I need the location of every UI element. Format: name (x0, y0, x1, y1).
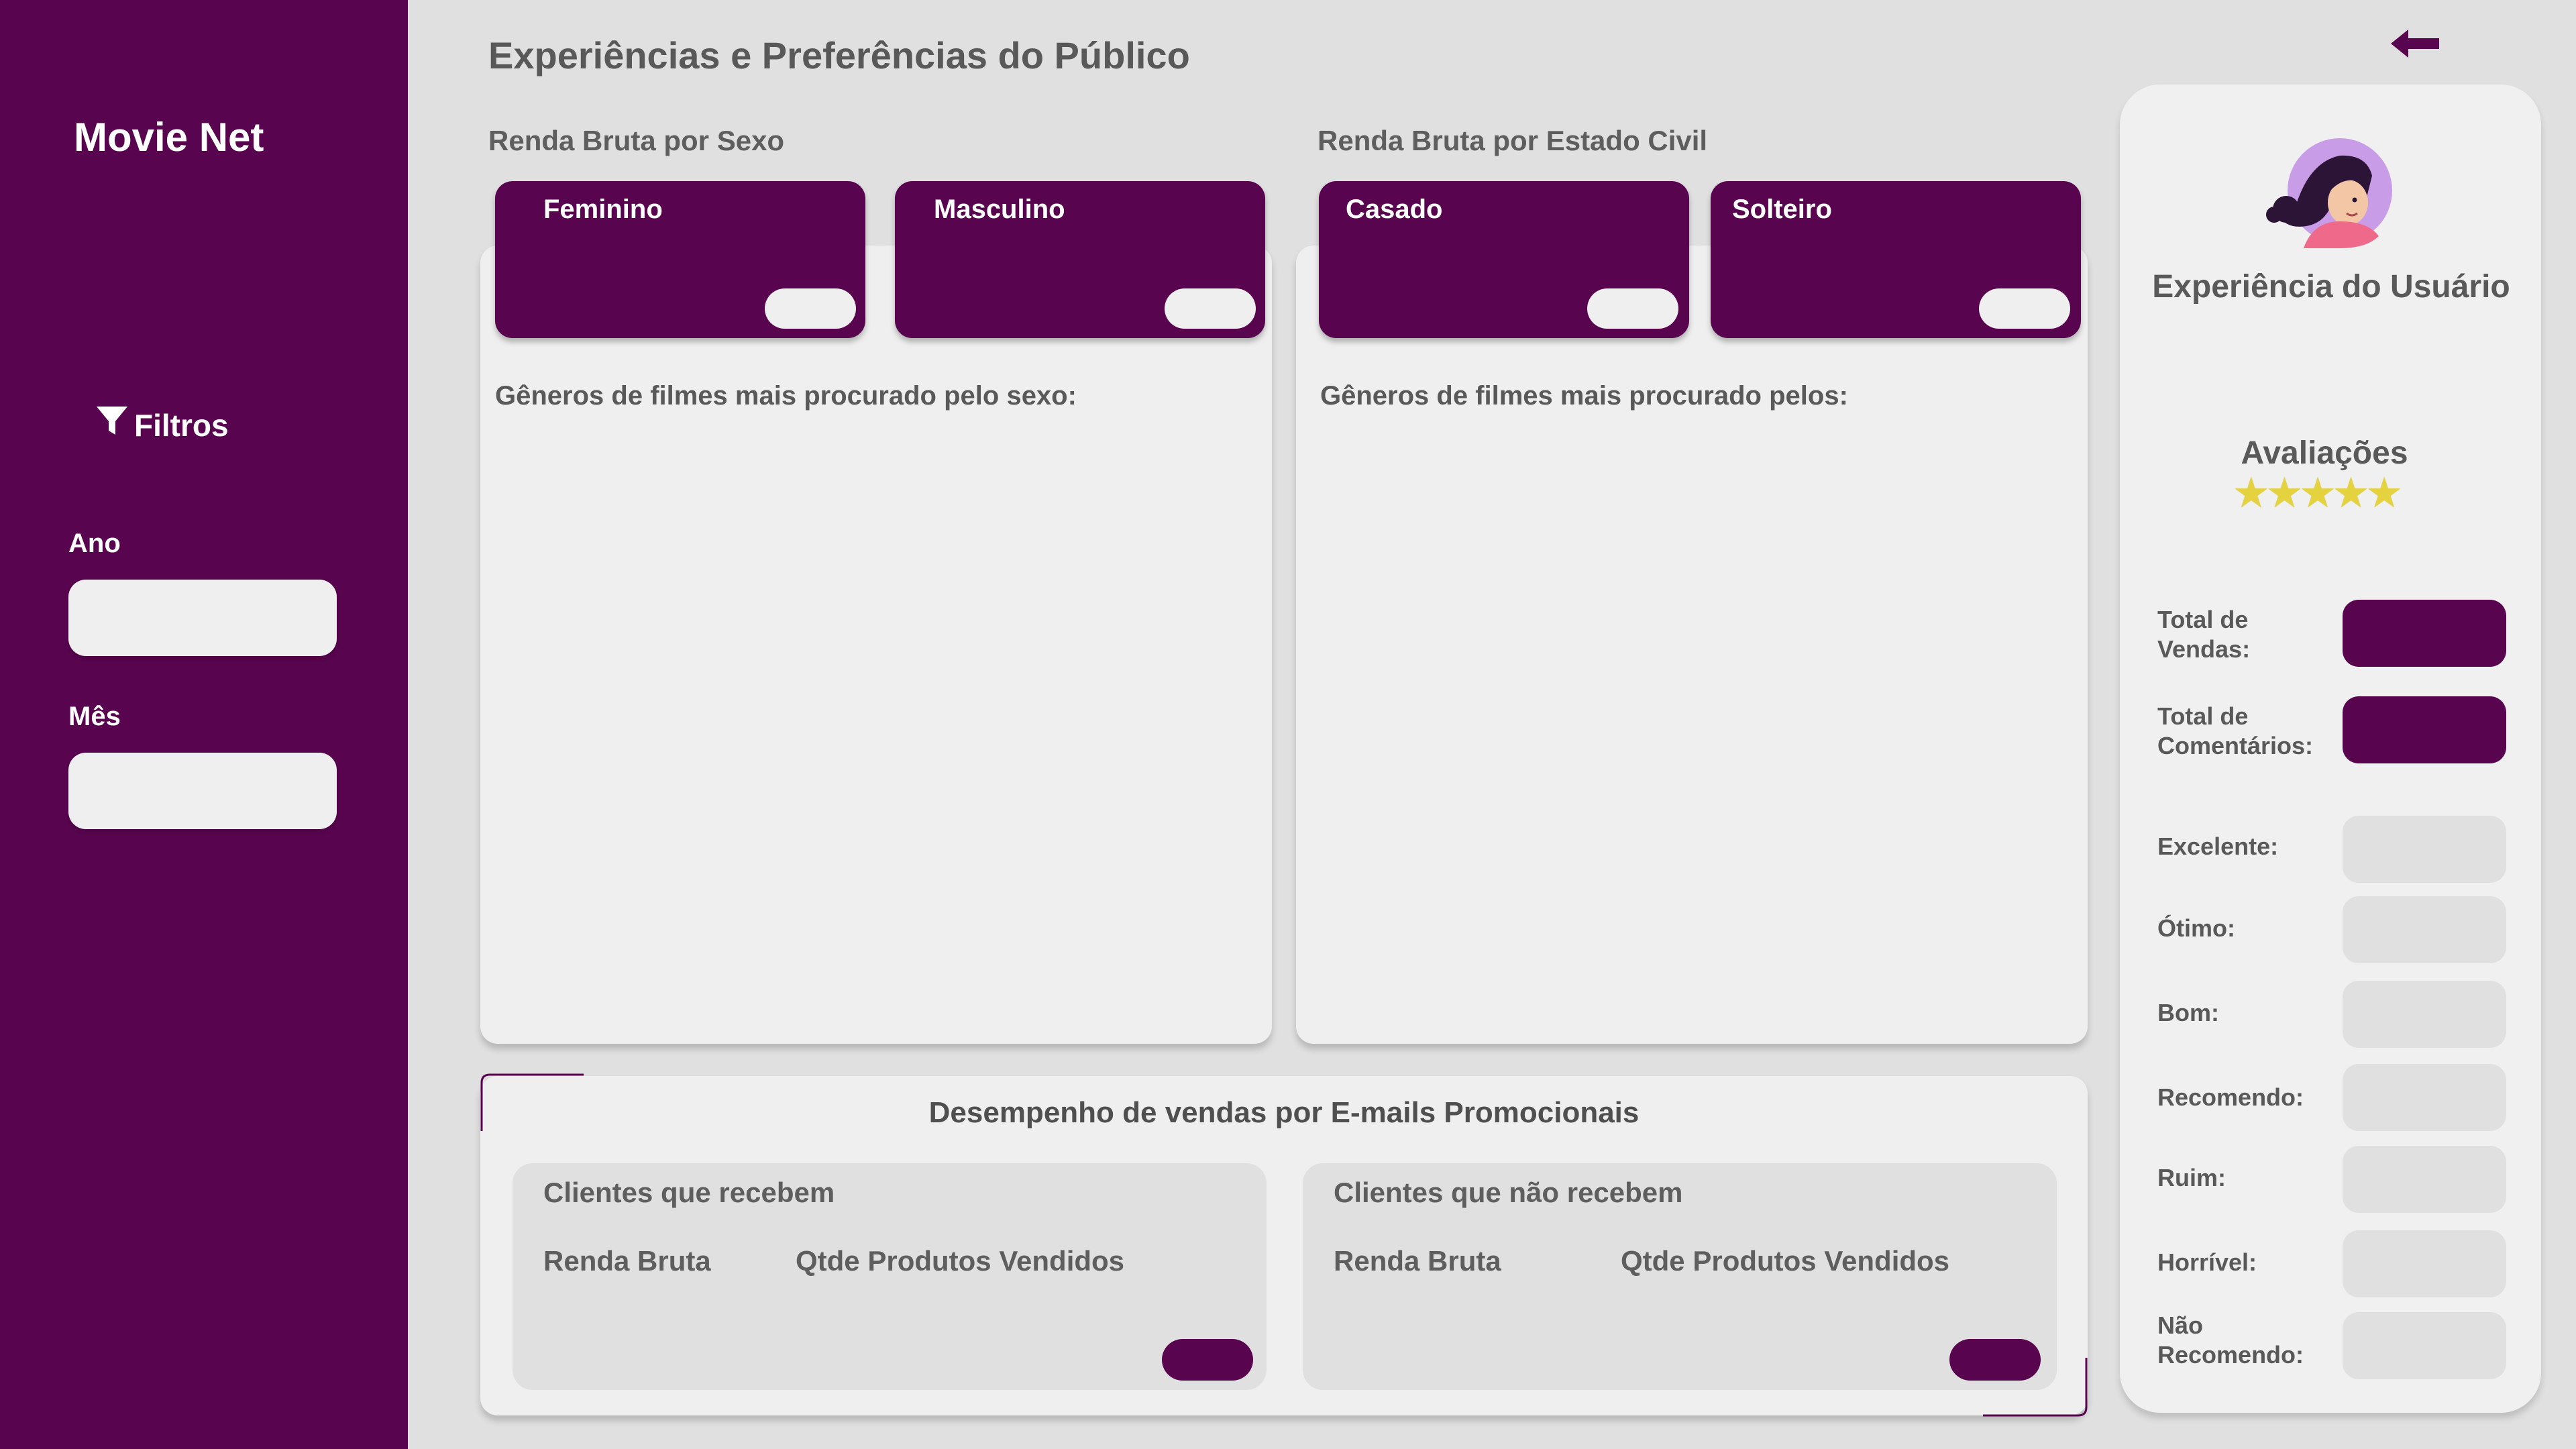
group-col-quantity: Qtde Produtos Vendidos (796, 1245, 1125, 1277)
star-icon: ★ (2299, 470, 2337, 517)
star-icon: ★ (2265, 470, 2304, 517)
civil-chart-panel (1296, 246, 2088, 1044)
rating-stars: ★★★★★ (2233, 468, 2403, 517)
card-masculino[interactable]: Masculino (895, 181, 1265, 338)
user-panel-title: Experiência do Usuário (2152, 269, 2510, 305)
stat-value-bom (2343, 981, 2506, 1048)
stat-label-bom: Bom: (2157, 999, 2219, 1026)
stat-value-excelente (2343, 816, 2506, 883)
stat-value-ruim (2343, 1146, 2506, 1213)
sex-chart-panel (480, 246, 1272, 1044)
filters-label: Filtros (134, 407, 229, 443)
stat-value-recomendo (2343, 1064, 2506, 1131)
stat-label-total-comments: Total de Comentários: (2157, 702, 2314, 759)
back-arrow-icon[interactable] (2388, 27, 2442, 64)
stat-label-ruim: Ruim: (2157, 1164, 2226, 1191)
stat-value-nao-recomendo (2343, 1312, 2506, 1379)
group-value-pill (1162, 1339, 1253, 1381)
civil-chart-title: Gêneros de filmes mais procurado pelos: (1320, 381, 1848, 411)
card-value-pill (1587, 288, 1678, 329)
stat-label-total-sales: Total de Vendas: (2157, 606, 2251, 663)
sidebar (0, 0, 408, 1449)
group-col-quantity: Qtde Produtos Vendidos (1621, 1245, 1950, 1277)
email-section-title: Desempenho de vendas por E-mails Promoci… (928, 1096, 1640, 1129)
card-solteiro[interactable]: Solteiro (1711, 181, 2081, 338)
star-icon: ★ (2332, 470, 2370, 517)
card-label: Casado (1346, 195, 1443, 224)
star-icon: ★ (2233, 470, 2270, 517)
sex-chart-title: Gêneros de filmes mais procurado pelo se… (495, 381, 1077, 411)
card-value-pill (1979, 288, 2070, 329)
stat-value-total-comments (2343, 696, 2506, 763)
month-label: Mês (68, 702, 121, 731)
filters-header[interactable]: Filtros (95, 405, 229, 445)
sex-section-label: Renda Bruta por Sexo (488, 125, 785, 156)
card-casado[interactable]: Casado (1319, 181, 1689, 338)
group-value-pill (1949, 1339, 2041, 1381)
email-group-receive: Clientes que recebem Renda Bruta Qtde Pr… (513, 1163, 1267, 1390)
group-title: Clientes que recebem (543, 1177, 835, 1208)
group-title: Clientes que não recebem (1334, 1177, 1683, 1208)
stat-label-otimo: Ótimo: (2157, 914, 2235, 942)
page-title: Experiências e Preferências do Público (488, 34, 1190, 76)
star-icon: ★ (2365, 470, 2403, 517)
stat-value-horrivel (2343, 1230, 2506, 1297)
card-value-pill (1165, 288, 1256, 329)
filter-icon (95, 405, 129, 445)
email-group-not-receive: Clientes que não recebem Renda Bruta Qtd… (1303, 1163, 2057, 1390)
ratings-label: Avaliações (2241, 435, 2408, 471)
card-label: Solteiro (1732, 195, 1832, 224)
stat-label-recomendo: Recomendo: (2157, 1083, 2304, 1111)
group-col-revenue: Renda Bruta (1334, 1245, 1501, 1277)
stat-label-excelente: Excelente: (2157, 833, 2279, 860)
card-label: Masculino (934, 195, 1065, 224)
card-label: Feminino (543, 195, 663, 224)
stat-value-otimo (2343, 896, 2506, 963)
card-value-pill (765, 288, 856, 329)
stat-value-total-sales (2343, 600, 2506, 667)
app-title: Movie Net (74, 115, 264, 160)
stat-label-nao-recomendo: Não Recomendo: (2157, 1311, 2304, 1368)
user-avatar (2266, 136, 2394, 253)
group-col-revenue: Renda Bruta (543, 1245, 711, 1277)
stat-label-horrivel: Horrível: (2157, 1248, 2257, 1276)
card-feminino[interactable]: Feminino (495, 181, 865, 338)
year-label: Ano (68, 529, 121, 558)
month-input[interactable] (68, 753, 337, 829)
civil-section-label: Renda Bruta por Estado Civil (1318, 125, 1708, 156)
year-input[interactable] (68, 580, 337, 656)
